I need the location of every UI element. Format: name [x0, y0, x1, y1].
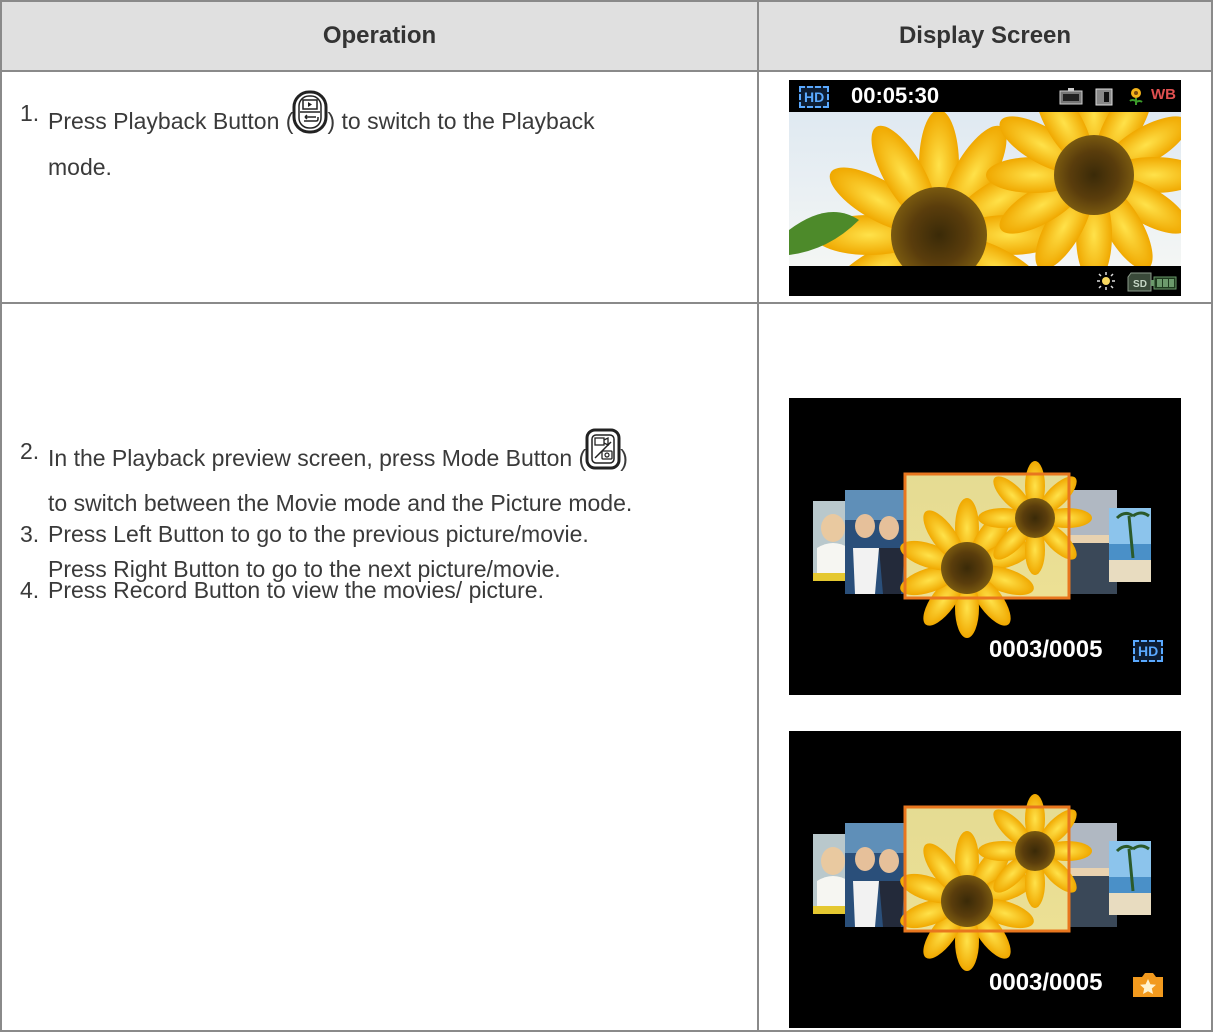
- thumbnail-couple-2: [845, 823, 909, 927]
- header-operation: Operation: [2, 2, 757, 70]
- step-text: Press Playback Button (: [48, 108, 294, 135]
- mode-button-icon: [584, 428, 622, 480]
- file-counter: 0003/0005: [989, 636, 1103, 663]
- step-number: 3.: [20, 521, 40, 547]
- table-divider-header: [0, 70, 1213, 72]
- white-balance-label: WB: [1151, 86, 1176, 103]
- battery-icon: [1151, 276, 1177, 290]
- sd-label: SD: [1133, 279, 1147, 290]
- header-display-label: Display Screen: [898, 22, 1072, 49]
- step-1: 1. Press Playback Button ( ) to switch t…: [20, 90, 740, 185]
- thumbnail-beach: [1109, 508, 1151, 582]
- movie-preview-screen: 0003/0005 HD: [789, 398, 1181, 695]
- header-operation-label: Operation: [322, 22, 437, 49]
- metering-icon: [1095, 88, 1113, 106]
- step-text-line2: mode.: [48, 154, 112, 180]
- thumbnail-sunflower-selected: [900, 461, 1092, 638]
- step-text: Press Left Button to go to the previous …: [48, 521, 589, 547]
- step-text: Press Record Button to view the movies/ …: [48, 577, 544, 603]
- file-counter: 0003/0005: [989, 969, 1103, 996]
- resolution-24h-icon: [1059, 88, 1083, 105]
- led-light-icon: [1097, 272, 1115, 290]
- step-2: 2. In the Playback preview screen, press…: [20, 428, 740, 521]
- playback-button-icon: [291, 90, 329, 144]
- picture-preview-screen: 0003/0005: [789, 731, 1181, 1028]
- hd-badge: HD: [799, 86, 830, 108]
- header-display-screen: Display Screen: [759, 2, 1211, 70]
- thumbnail-sunflower-selected: [900, 794, 1092, 971]
- step-number: 2.: [20, 438, 40, 464]
- sunflower-photo: [789, 80, 1181, 296]
- step-number: 1.: [20, 100, 40, 126]
- instruction-table: Operation Display Screen 1. Press Playba…: [0, 0, 1213, 1032]
- step-text-cont: ) to switch to the Playback: [327, 108, 595, 135]
- thumbnail-carousel: [813, 794, 1151, 971]
- hd-badge: HD: [1133, 640, 1164, 662]
- table-divider-row1: [0, 302, 1213, 304]
- table-border-left: [0, 0, 2, 1032]
- table-divider-column: [757, 0, 759, 1032]
- table-border-top: [0, 0, 1213, 2]
- step-text: In the Playback preview screen, press Mo…: [48, 445, 587, 472]
- wb-text: WB: [1151, 86, 1176, 103]
- sd-card-icon: SD: [1127, 272, 1152, 292]
- thumbnail-couple-2: [845, 490, 909, 594]
- star-icon: [1133, 973, 1163, 997]
- thumbnail-carousel: [813, 461, 1151, 638]
- flower-macro-icon: [1129, 88, 1143, 105]
- step-number: 4.: [20, 577, 40, 603]
- step-4: 4. Press Record Button to view the movie…: [20, 573, 740, 608]
- timecode: 00:05:30: [851, 83, 940, 108]
- playback-screen: HD 00:05:30 WB SD: [789, 80, 1181, 296]
- step-text-line2: to switch between the Movie mode and the…: [48, 490, 633, 516]
- thumbnail-beach: [1109, 841, 1151, 915]
